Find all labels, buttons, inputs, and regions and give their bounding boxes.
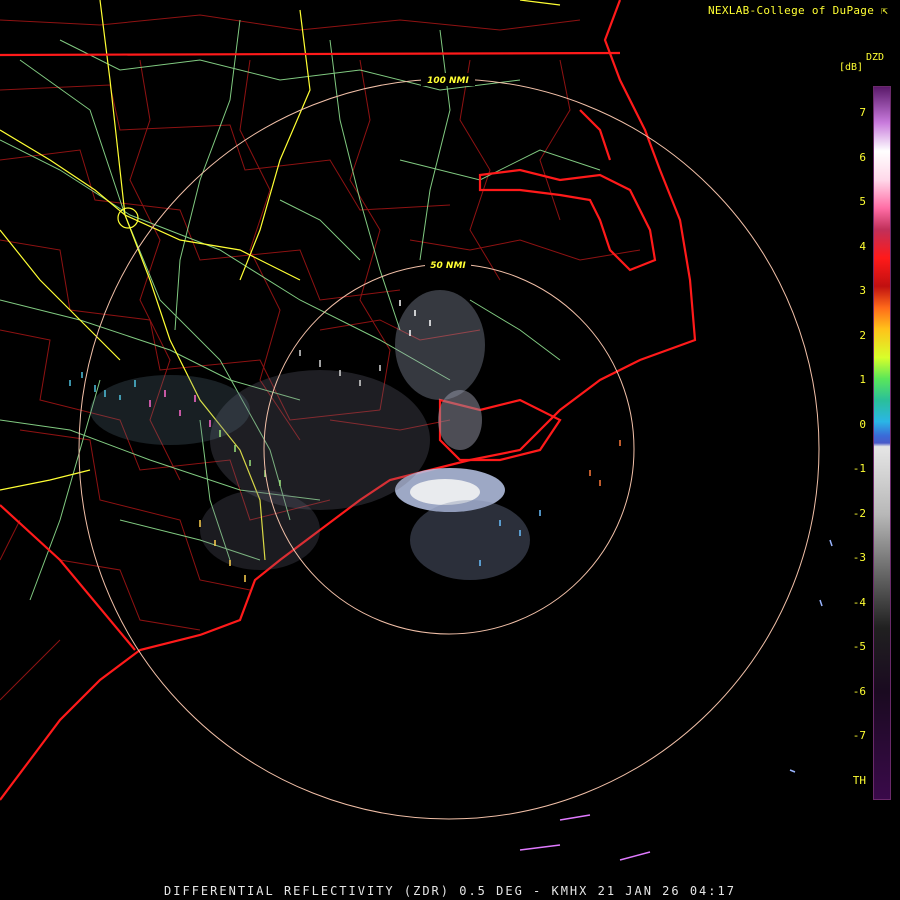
colorbar-tick-label: -3	[852, 551, 866, 564]
colorbar-tick-label: TH	[852, 773, 866, 787]
credit-label: NEXLAB-College of DuPage ⇱	[708, 4, 888, 17]
colorbar-tick-label: -7	[852, 729, 866, 742]
colorbar-frame	[873, 86, 891, 800]
colorbar-tick-label: 5	[859, 195, 866, 208]
albemarle-sound	[478, 168, 657, 272]
colorbar-tick-label: -1	[852, 462, 866, 475]
inner-coast	[579, 109, 612, 161]
radar-returns	[69, 290, 833, 861]
colorbar-tick-label: 3	[859, 284, 866, 297]
product-caption: DIFFERENTIAL REFLECTIVITY (ZDR) 0.5 DEG …	[164, 884, 736, 898]
nc-sc-border	[0, 504, 136, 651]
colorbar-tick-label: 0	[859, 417, 866, 431]
colorbar-tick-label: -4	[852, 595, 866, 609]
colorbar-tick-label: 2	[859, 328, 866, 342]
nc-va-border	[0, 51, 621, 57]
colorbar-units: [dB]	[839, 62, 864, 73]
colorbar-tick-label: 6	[859, 150, 866, 164]
colorbar-tick-label: 7	[859, 106, 866, 119]
colorbar-tick-label: -6	[852, 684, 866, 698]
colorbar-tick-label: -5	[852, 640, 866, 653]
radar-map: 50 NMI 100 NMI	[0, 0, 891, 861]
colorbar-tick-label: 4	[859, 239, 866, 253]
range-label-50: 50 NMI	[430, 261, 466, 271]
colorbar-tick-label: 1	[859, 373, 866, 386]
county-lines	[0, 14, 641, 701]
colorbar-tick-label: -2	[852, 506, 866, 520]
range-label-100: 100 NMI	[427, 76, 469, 86]
colorbar-product: DZD	[866, 52, 885, 63]
